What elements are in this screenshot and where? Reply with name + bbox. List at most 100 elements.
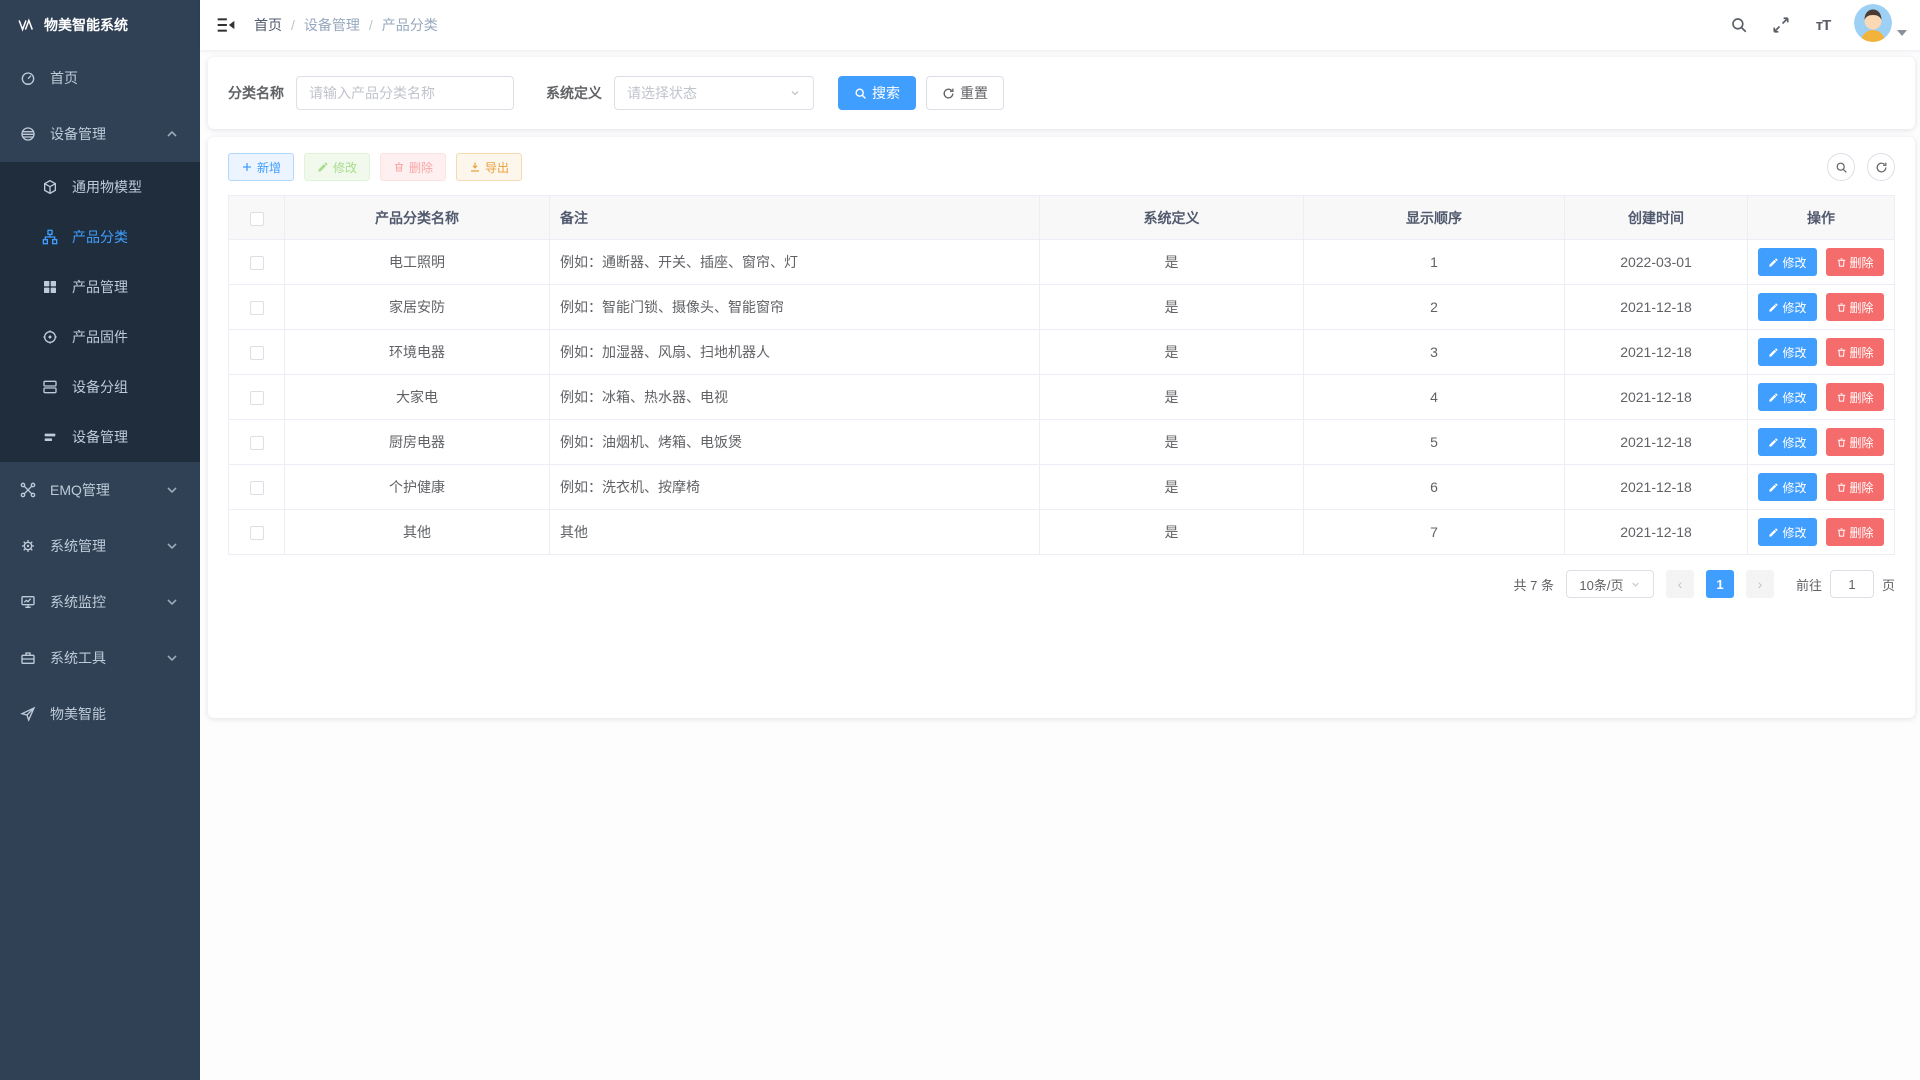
cell-display-order: 6: [1304, 465, 1565, 510]
export-button[interactable]: 导出: [456, 153, 522, 181]
row-edit-button[interactable]: 修改: [1758, 293, 1816, 321]
table-row: 其他 其他 是 7 2021-12-18 修改删除: [229, 510, 1895, 555]
sidebar-item-device-management-sub[interactable]: 设备管理: [0, 412, 200, 462]
row-delete-button[interactable]: 删除: [1826, 473, 1884, 501]
firmware-icon: [42, 329, 58, 345]
trash-icon: [1836, 437, 1847, 448]
main-area: 首页 / 设备管理 / 产品分类 тT: [200, 0, 1920, 1080]
table-row: 厨房电器 例如：油烟机、烤箱、电饭煲 是 5 2021-12-18 修改删除: [229, 420, 1895, 465]
page-content: 分类名称 请输入产品分类名称 系统定义 请选择状态 搜索 重置: [200, 50, 1920, 1080]
next-page-button[interactable]: ›: [1746, 570, 1774, 598]
row-delete-button[interactable]: 删除: [1826, 248, 1884, 276]
refresh-table-button[interactable]: [1867, 153, 1895, 181]
row-delete-button[interactable]: 删除: [1826, 518, 1884, 546]
avatar[interactable]: [1854, 4, 1892, 42]
cell-name: 其他: [285, 510, 550, 555]
page-number-1[interactable]: 1: [1706, 570, 1734, 598]
row-checkbox[interactable]: [250, 256, 264, 270]
row-checkbox[interactable]: [250, 526, 264, 540]
sidebar-item-system-management[interactable]: 系统管理: [0, 518, 200, 574]
prev-page-button[interactable]: ‹: [1666, 570, 1694, 598]
sidebar-item-label: 设备分组: [72, 377, 128, 397]
row-delete-button[interactable]: 删除: [1826, 428, 1884, 456]
trash-icon: [393, 161, 405, 173]
row-checkbox[interactable]: [250, 391, 264, 405]
row-checkbox[interactable]: [250, 481, 264, 495]
category-name-input[interactable]: 请输入产品分类名称: [296, 76, 514, 110]
row-delete-button[interactable]: 删除: [1826, 338, 1884, 366]
chevron-down-icon: [164, 594, 180, 610]
cell-remark: 例如：智能门锁、摄像头、智能窗帘: [550, 285, 1040, 330]
select-all-checkbox[interactable]: [250, 212, 264, 226]
server-icon: [42, 379, 58, 395]
row-edit-button[interactable]: 修改: [1758, 428, 1816, 456]
delete-button[interactable]: 删除: [380, 153, 446, 181]
search-button[interactable]: 搜索: [838, 76, 916, 110]
cell-system-defined: 是: [1040, 330, 1304, 375]
font-size-icon[interactable]: тT: [1806, 5, 1840, 45]
row-edit-button[interactable]: 修改: [1758, 338, 1816, 366]
navbar: 首页 / 设备管理 / 产品分类 тT: [200, 0, 1920, 50]
row-edit-button[interactable]: 修改: [1758, 473, 1816, 501]
row-delete-button[interactable]: 删除: [1826, 383, 1884, 411]
edit-button[interactable]: 修改: [304, 153, 370, 181]
sidebar-item-product-management[interactable]: 产品管理: [0, 262, 200, 312]
system-defined-select[interactable]: 请选择状态: [614, 76, 814, 110]
sidebar-item-home[interactable]: 首页: [0, 50, 200, 106]
breadcrumb-home[interactable]: 首页: [254, 15, 282, 35]
sidebar-item-device-group[interactable]: 设备分组: [0, 362, 200, 412]
search-form-card: 分类名称 请输入产品分类名称 系统定义 请选择状态 搜索 重置: [208, 57, 1915, 129]
add-button[interactable]: 新增: [228, 153, 294, 181]
sidebar-item-wumei-smart[interactable]: 物美智能: [0, 686, 200, 742]
row-checkbox[interactable]: [250, 301, 264, 315]
col-header-created-at: 创建时间: [1565, 196, 1748, 240]
sidebar-collapse-icon[interactable]: [216, 15, 236, 35]
row-checkbox[interactable]: [250, 346, 264, 360]
table-header-row: 产品分类名称 备注 系统定义 显示顺序 创建时间 操作: [229, 196, 1895, 240]
user-menu[interactable]: [1854, 4, 1907, 46]
header-search-icon[interactable]: [1722, 5, 1756, 45]
edit-icon: [317, 161, 329, 173]
cell-system-defined: 是: [1040, 240, 1304, 285]
sidebar-item-system-tools[interactable]: 系统工具: [0, 630, 200, 686]
breadcrumb-current: 产品分类: [382, 15, 438, 35]
cell-remark: 例如：洗衣机、按摩椅: [550, 465, 1040, 510]
page-size-select[interactable]: 10条/页: [1566, 570, 1654, 598]
cell-created-at: 2021-12-18: [1565, 420, 1748, 465]
fullscreen-icon[interactable]: [1764, 5, 1798, 45]
col-header-display-order: 显示顺序: [1304, 196, 1565, 240]
row-edit-button[interactable]: 修改: [1758, 248, 1816, 276]
cell-name: 厨房电器: [285, 420, 550, 465]
row-edit-button[interactable]: 修改: [1758, 518, 1816, 546]
toggle-search-button[interactable]: [1827, 153, 1855, 181]
sidebar-menu: 首页 设备管理 通用物模型 产品分类: [0, 50, 200, 1080]
sidebar-item-thing-model[interactable]: 通用物模型: [0, 162, 200, 212]
sidebar-item-product-firmware[interactable]: 产品固件: [0, 312, 200, 362]
table-row: 家居安防 例如：智能门锁、摄像头、智能窗帘 是 2 2021-12-18 修改删…: [229, 285, 1895, 330]
row-delete-button[interactable]: 删除: [1826, 293, 1884, 321]
app-logo[interactable]: 物美智能系统: [0, 0, 200, 50]
category-name-placeholder: 请输入产品分类名称: [309, 83, 435, 103]
edit-icon: [1768, 302, 1779, 313]
table-row: 环境电器 例如：加湿器、风扇、扫地机器人 是 3 2021-12-18 修改删除: [229, 330, 1895, 375]
cell-created-at: 2021-12-18: [1565, 375, 1748, 420]
app-title: 物美智能系统: [44, 15, 128, 35]
goto-unit-label: 页: [1882, 575, 1895, 594]
edit-icon: [1768, 437, 1779, 448]
dashboard-icon: [20, 70, 36, 86]
trash-icon: [1836, 347, 1847, 358]
row-checkbox[interactable]: [250, 436, 264, 450]
cube-icon: [42, 179, 58, 195]
reset-button[interactable]: 重置: [926, 76, 1004, 110]
gear-icon: [20, 538, 36, 554]
sidebar-item-product-category[interactable]: 产品分类: [0, 212, 200, 262]
search-icon: [854, 87, 867, 100]
sidebar-item-emq-management[interactable]: EMQ管理: [0, 462, 200, 518]
trash-icon: [1836, 482, 1847, 493]
goto-page-input[interactable]: [1830, 570, 1874, 598]
table-toolbar: 新增 修改 删除 导出: [228, 153, 1895, 181]
chevron-down-icon: [164, 482, 180, 498]
sidebar-item-system-monitor[interactable]: 系统监控: [0, 574, 200, 630]
row-edit-button[interactable]: 修改: [1758, 383, 1816, 411]
sidebar-item-device-management[interactable]: 设备管理: [0, 106, 200, 162]
